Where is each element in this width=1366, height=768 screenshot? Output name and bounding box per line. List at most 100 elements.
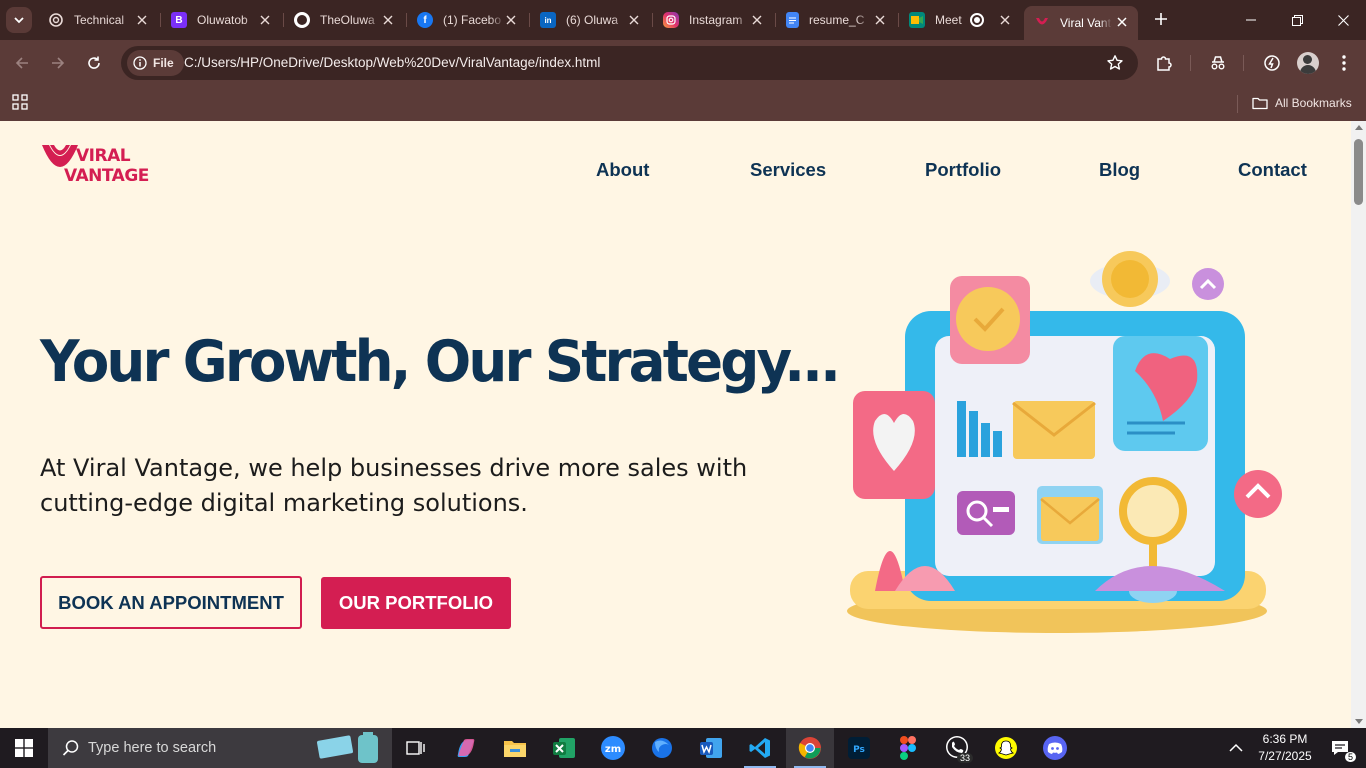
nav-about[interactable]: About bbox=[596, 159, 649, 181]
tab-resume[interactable]: resume_C bbox=[776, 4, 896, 36]
nav-services[interactable]: Services bbox=[750, 159, 826, 181]
kebab-menu-icon bbox=[1342, 55, 1346, 71]
tab-label: TheOluwa bbox=[320, 13, 375, 27]
close-icon[interactable] bbox=[1114, 14, 1130, 30]
extensions-button[interactable] bbox=[1152, 51, 1176, 75]
our-portfolio-button[interactable]: OUR PORTFOLIO bbox=[321, 577, 511, 629]
reload-button[interactable] bbox=[81, 50, 107, 76]
toolbar-divider bbox=[1243, 55, 1244, 71]
coin-icon bbox=[1090, 251, 1170, 307]
close-icon[interactable] bbox=[257, 12, 273, 28]
browser-menu-button[interactable] bbox=[1332, 51, 1356, 75]
scroll-up-arrow-icon[interactable] bbox=[1355, 125, 1363, 130]
zoom-app[interactable]: zm bbox=[589, 728, 637, 768]
chevron-down-icon bbox=[14, 17, 24, 24]
logo-line2: VANTAGE bbox=[64, 166, 149, 185]
vscode-icon bbox=[749, 738, 770, 758]
folder-icon bbox=[1252, 97, 1268, 110]
photoshop-icon: Ps bbox=[848, 737, 870, 759]
close-icon[interactable] bbox=[380, 12, 396, 28]
close-icon[interactable] bbox=[134, 12, 150, 28]
tab-facebook[interactable]: f (1) Facebo bbox=[407, 4, 527, 36]
snapchat-app[interactable] bbox=[982, 728, 1030, 768]
browser-toolbar: File C:/Users/HP/OneDrive/Desktop/Web%20… bbox=[0, 40, 1366, 86]
back-button[interactable] bbox=[9, 50, 35, 76]
close-icon[interactable] bbox=[749, 12, 765, 28]
tab-linkedin[interactable]: in (6) Oluwa bbox=[530, 4, 650, 36]
performance-button[interactable] bbox=[1260, 51, 1284, 75]
tab-viral-vantage[interactable]: Viral Vanta bbox=[1024, 6, 1138, 40]
search-placeholder: Type here to search bbox=[88, 740, 217, 756]
site-info-chip[interactable]: File bbox=[127, 50, 184, 76]
minimize-button[interactable] bbox=[1228, 0, 1274, 40]
close-window-button[interactable] bbox=[1320, 0, 1366, 40]
snapchat-icon bbox=[995, 737, 1017, 759]
whatsapp-app[interactable]: 33 bbox=[933, 728, 981, 768]
close-icon[interactable] bbox=[872, 12, 888, 28]
search-card-icon bbox=[957, 491, 1015, 535]
url-text[interactable]: C:/Users/HP/OneDrive/Desktop/Web%20Dev/V… bbox=[184, 55, 600, 70]
taskbar-search[interactable]: Type here to search bbox=[48, 728, 392, 768]
speed-icon bbox=[1264, 55, 1280, 71]
close-icon[interactable] bbox=[503, 12, 519, 28]
nav-contact[interactable]: Contact bbox=[1238, 159, 1307, 181]
bookmark-star-button[interactable] bbox=[1106, 54, 1124, 76]
tab-label: (6) Oluwa bbox=[566, 13, 619, 27]
clock[interactable]: 6:36 PM 7/27/2025 bbox=[1248, 731, 1322, 765]
book-appointment-button[interactable]: BOOK AN APPOINTMENT bbox=[40, 576, 302, 629]
search-icon bbox=[62, 740, 79, 756]
profile-avatar-button[interactable] bbox=[1296, 51, 1320, 75]
restore-button[interactable] bbox=[1274, 0, 1320, 40]
chrome-icon bbox=[798, 737, 821, 759]
tab-instagram[interactable]: Instagram bbox=[653, 4, 773, 36]
hero-title: Your Growth, Our Strategy... bbox=[40, 329, 841, 395]
apps-grid-icon bbox=[12, 94, 28, 110]
bootstrap-icon: B bbox=[171, 12, 187, 28]
tab-search-button[interactable] bbox=[6, 7, 32, 33]
tab-github[interactable]: TheOluwa bbox=[284, 4, 404, 36]
tab-technical[interactable]: Technical bbox=[38, 4, 158, 36]
viral-vantage-logo[interactable]: VIRAL VANTAGE bbox=[40, 143, 162, 186]
envelope-icon bbox=[1012, 401, 1096, 459]
bookmarks-bar: All Bookmarks bbox=[0, 86, 1366, 121]
openai-icon bbox=[48, 12, 64, 28]
close-icon[interactable] bbox=[626, 12, 642, 28]
close-icon[interactable] bbox=[997, 12, 1013, 28]
excel-app[interactable] bbox=[540, 728, 588, 768]
figma-app[interactable] bbox=[884, 728, 932, 768]
task-view-button[interactable] bbox=[392, 728, 440, 768]
arrow-up-bubble-icon bbox=[1234, 470, 1282, 518]
start-button[interactable] bbox=[0, 728, 48, 768]
discord-app[interactable] bbox=[1031, 728, 1079, 768]
vscode-app[interactable] bbox=[736, 728, 784, 768]
file-explorer-app[interactable] bbox=[491, 728, 539, 768]
nav-blog[interactable]: Blog bbox=[1099, 159, 1140, 181]
incognito-profile-button[interactable] bbox=[1206, 51, 1230, 75]
page-scrollbar[interactable] bbox=[1351, 121, 1366, 728]
page-viewport: VIRAL VANTAGE About Services Portfolio B… bbox=[0, 121, 1351, 728]
firefox-app[interactable] bbox=[638, 728, 686, 768]
new-tab-button[interactable] bbox=[1150, 8, 1172, 30]
forward-button[interactable] bbox=[45, 50, 71, 76]
notification-center-button[interactable]: 5 bbox=[1320, 728, 1360, 768]
photoshop-app[interactable]: Ps bbox=[835, 728, 883, 768]
excel-icon bbox=[553, 738, 575, 758]
word-app[interactable] bbox=[687, 728, 735, 768]
copilot-app[interactable] bbox=[442, 728, 490, 768]
bookmarks-divider bbox=[1237, 95, 1238, 113]
all-bookmarks-button[interactable]: All Bookmarks bbox=[1252, 92, 1352, 114]
chrome-app[interactable] bbox=[786, 728, 834, 768]
address-bar[interactable]: File C:/Users/HP/OneDrive/Desktop/Web%20… bbox=[121, 46, 1138, 80]
hero-subtitle: At Viral Vantage, we help businesses dri… bbox=[40, 454, 748, 517]
chevron-up-icon bbox=[1229, 743, 1243, 752]
apps-button[interactable] bbox=[12, 94, 28, 114]
avatar bbox=[1297, 52, 1319, 74]
tab-label: (1) Facebo bbox=[443, 13, 502, 27]
all-bookmarks-label: All Bookmarks bbox=[1275, 96, 1352, 110]
scroll-thumb[interactable] bbox=[1354, 139, 1363, 205]
scroll-down-arrow-icon[interactable] bbox=[1355, 719, 1363, 724]
logo-mark: VIRAL VANTAGE bbox=[42, 145, 149, 186]
tab-oluwatob[interactable]: B Oluwatob bbox=[161, 4, 281, 36]
nav-portfolio[interactable]: Portfolio bbox=[925, 159, 1001, 181]
tab-meet[interactable]: Meet bbox=[899, 4, 1021, 36]
